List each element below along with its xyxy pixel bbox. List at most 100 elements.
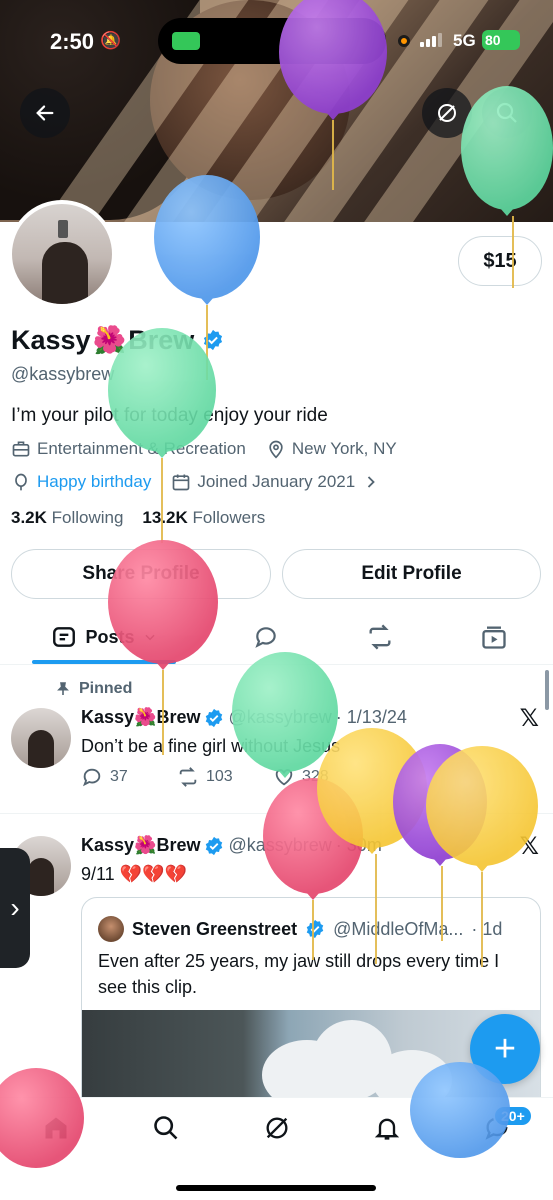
compose-button[interactable]: + [470, 1014, 540, 1084]
followers-count: 13.2K [142, 508, 188, 527]
chevron-right-icon: › [10, 892, 20, 923]
following-link[interactable]: 3.2K Following [11, 508, 123, 527]
briefcase-icon [12, 441, 30, 457]
plus-icon: + [493, 1027, 517, 1070]
search-icon [154, 1116, 178, 1140]
post-date: · 1/13/24 [335, 707, 407, 727]
profile-counts: 3.2K Following 13.2K Followers [11, 508, 265, 528]
media-tab-icon [482, 626, 506, 649]
tab-reposts[interactable] [352, 610, 408, 664]
camera-indicator-icon [172, 32, 200, 50]
tab-media[interactable] [466, 610, 522, 664]
calendar-icon [173, 474, 190, 491]
quoted-post[interactable]: Steven Greenstreet @MiddleOfMa... · 1d E… [81, 897, 541, 1117]
x-logo-icon: 𝕏 [519, 705, 539, 732]
profile-location: New York, NY [291, 439, 397, 458]
post-text: Don’t be a fine girl without Jesus [81, 736, 341, 756]
status-bar: 2:50 🔕 5G 80 [0, 0, 553, 84]
status-time: 2:50 [50, 29, 95, 54]
post-text: 9/11 💔💔💔 [81, 864, 187, 884]
verified-badge-icon [306, 919, 324, 939]
home-indicator [176, 1185, 376, 1191]
profile-name: Kassy 🌺 Brew [11, 324, 224, 356]
scrollbar[interactable] [545, 670, 549, 710]
bell-off-icon: 🔕 [100, 31, 122, 50]
pinned-label-row: Pinned [55, 680, 132, 698]
pinned-label: Pinned [79, 680, 133, 697]
repost-icon [179, 767, 197, 787]
reply-icon [82, 768, 101, 787]
followers-link[interactable]: 13.2K Followers [142, 508, 265, 527]
birthday-link[interactable]: Happy birthday [37, 472, 151, 492]
quote-author-handle: @MiddleOfMa... [333, 918, 464, 939]
followers-label: Followers [192, 508, 266, 527]
like-button[interactable]: 328 [273, 766, 369, 788]
quote-header: Steven Greenstreet @MiddleOfMa... · 1d [98, 916, 502, 942]
privacy-indicator-icon [398, 35, 410, 47]
profile-meta-2: Happy birthday Joined January 2021 [11, 472, 381, 492]
verified-badge-icon [206, 836, 223, 855]
back-button[interactable] [20, 88, 70, 138]
post-avatar[interactable] [11, 708, 71, 768]
following-label: Following [51, 508, 124, 527]
post-date: · 30m [335, 835, 382, 855]
profile-joined: Joined January 2021 [197, 472, 356, 491]
home-icon [45, 1117, 67, 1139]
post-author-handle: @kassybrew [228, 707, 332, 727]
share-profile-button[interactable]: Share Profile [11, 549, 271, 599]
quote-author-name: Steven Greenstreet [132, 918, 298, 939]
repost-button[interactable]: 103 [177, 766, 273, 788]
search-icon [496, 102, 517, 123]
reply-button[interactable]: 37 [81, 766, 177, 788]
nav-search[interactable] [150, 1112, 182, 1144]
verified-badge-icon[interactable] [202, 329, 224, 351]
post-header: Kassy🌺Brew @kassybrew · 1/13/24 [81, 707, 407, 728]
grok-button[interactable] [422, 88, 472, 138]
repost-count: 103 [206, 768, 233, 785]
balloon-icon [15, 473, 27, 491]
post-author-handle: @kassybrew [228, 835, 332, 855]
like-icon [275, 769, 293, 786]
side-panel-handle[interactable]: › [0, 848, 30, 968]
bell-icon [374, 1118, 400, 1140]
chevron-right-icon[interactable] [361, 472, 381, 492]
chevron-down-icon [144, 634, 155, 641]
profile-name-first: Kassy [11, 324, 91, 355]
tab-posts[interactable]: Posts [32, 610, 176, 664]
battery-level: 80 [482, 30, 520, 50]
tab-replies[interactable] [238, 610, 294, 664]
post-author-name[interactable]: Kassy🌺Brew [81, 835, 200, 856]
verified-badge-icon [206, 708, 223, 727]
like-count: 328 [302, 768, 329, 785]
post-header: Kassy🌺Brew @kassybrew · 30m [81, 835, 382, 856]
grok-icon [438, 104, 456, 122]
repost-tab-icon [369, 624, 391, 650]
profile-category[interactable]: Entertainment & Recreation [37, 439, 246, 459]
tab-posts-label: Posts [85, 626, 135, 647]
grok-icon [266, 1117, 288, 1139]
flower-emoji: 🌺 [92, 325, 127, 355]
x-logo-icon: 𝕏 [519, 833, 539, 860]
signal-icon [420, 33, 442, 47]
profile-tabs: Posts [0, 610, 553, 665]
profile-avatar[interactable] [8, 200, 116, 308]
messages-badge: 20+ [493, 1105, 533, 1127]
profile-meta-1: Entertainment & Recreation New York, NY [11, 439, 397, 459]
nav-home[interactable] [40, 1112, 72, 1144]
following-count: 3.2K [11, 508, 47, 527]
pin-icon [57, 682, 69, 695]
quote-text: Even after 25 years, my jaw still drops … [98, 951, 500, 997]
post-tab-icon [53, 627, 76, 647]
edit-profile-button[interactable]: Edit Profile [282, 549, 541, 599]
back-arrow-icon [36, 105, 54, 121]
tip-button[interactable]: $15 [458, 236, 542, 286]
network-label: 5G [453, 31, 476, 50]
quote-date: · 1d [471, 918, 503, 939]
profile-name-last: Brew [128, 324, 195, 355]
nav-grok[interactable] [261, 1112, 293, 1144]
location-pin-icon [269, 440, 283, 459]
nav-notifications[interactable] [371, 1112, 403, 1144]
post-actions: 37 103 328 [81, 766, 541, 788]
search-button[interactable] [482, 88, 532, 138]
post-author-name[interactable]: Kassy🌺Brew [81, 707, 200, 728]
